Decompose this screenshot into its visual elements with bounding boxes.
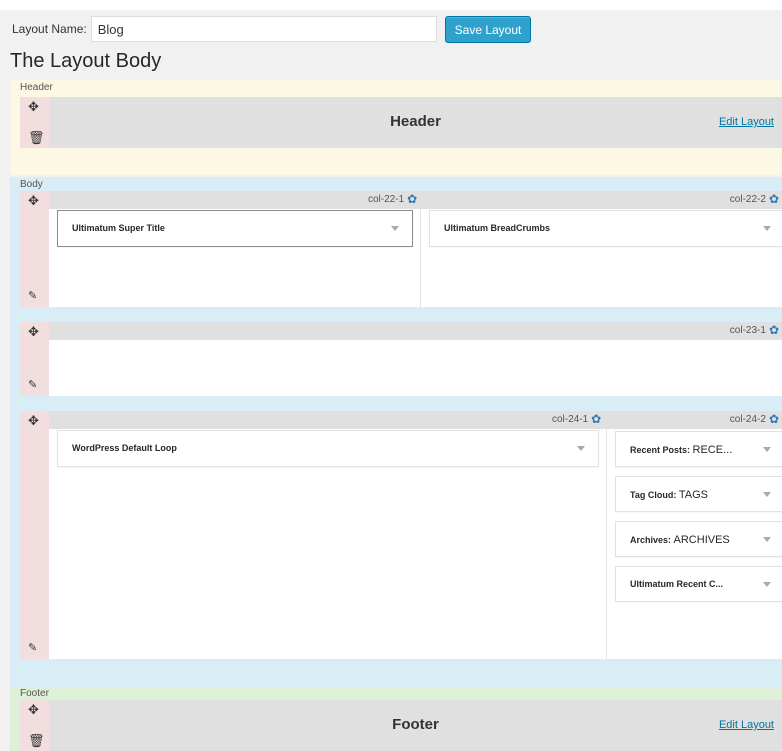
layout-editor: Layout Name: Save Layout The Layout Body… [0, 10, 782, 751]
footer-row: ✥ 🗑 Footer Edit Layout [20, 700, 782, 751]
layout-name-input[interactable] [90, 16, 437, 42]
widget-recent-posts[interactable]: Recent Posts: RECE... [615, 431, 782, 467]
widget-archives[interactable]: Archives: ARCHIVES [615, 521, 782, 557]
gear-icon[interactable]: ✿ [407, 193, 417, 205]
layout-name-row: Layout Name: [12, 16, 437, 42]
dropdown-arrow-icon[interactable] [577, 446, 585, 451]
body-row-1: ✥ ✎ col-22-1 ✿ col-22-2 ✿ Ultimatum Super … [20, 191, 782, 307]
widget-ultimatum-breadcrumbs[interactable]: Ultimatum BreadCrumbs [429, 210, 782, 247]
column-tag: col-22-1 ✿ [368, 192, 418, 206]
gear-icon[interactable]: ✿ [769, 324, 779, 336]
gear-icon[interactable]: ✿ [769, 413, 779, 425]
column-divider [420, 209, 421, 307]
column-tag: col-23-1 ✿ [729, 323, 779, 337]
widget-title: Recent Posts: RECE... [630, 444, 733, 456]
footer-row-title: Footer [392, 716, 439, 733]
column-tag: col-24-2 ✿ [729, 412, 779, 426]
page-title: The Layout Body [10, 50, 162, 72]
widget-title: Ultimatum BreadCrumbs [444, 223, 551, 233]
edit-icon[interactable]: ✎ [28, 642, 37, 655]
row-columns: Ultimatum Super Title Ultimatum BreadCru… [49, 209, 782, 307]
row-columns: WordPress Default Loop Recent Posts: REC… [49, 429, 782, 659]
widget-title: Tag Cloud: TAGS [630, 489, 708, 501]
widget-title: Ultimatum Recent C... [630, 579, 724, 589]
header-row: ✥ 🗑 Header Edit Layout [20, 97, 782, 148]
row-column-bar: col-24-1 ✿ col-24-2 ✿ [49, 411, 782, 429]
footer-row-bar: Footer Edit Layout [49, 700, 782, 751]
dropdown-arrow-icon[interactable] [391, 226, 399, 231]
edit-icon[interactable]: ✎ [28, 290, 37, 303]
edit-icon[interactable]: ✎ [28, 379, 37, 392]
header-section-label: Header [20, 82, 53, 93]
move-icon[interactable]: ✥ [28, 703, 39, 716]
dropdown-arrow-icon[interactable] [763, 492, 771, 497]
dropdown-arrow-icon[interactable] [763, 582, 771, 587]
widget-tag-cloud[interactable]: Tag Cloud: TAGS [615, 476, 782, 512]
trash-icon[interactable]: 🗑 [28, 734, 45, 747]
widget-wordpress-default-loop[interactable]: WordPress Default Loop [57, 430, 599, 467]
header-edit-layout-link[interactable]: Edit Layout [719, 116, 774, 128]
widget-ultimatum-recent-comments[interactable]: Ultimatum Recent C... [615, 566, 782, 602]
dropdown-arrow-icon[interactable] [763, 226, 771, 231]
row-column-bar: col-22-1 ✿ col-22-2 ✿ [49, 191, 782, 209]
row-column-bar: col-23-1 ✿ [49, 322, 782, 340]
widget-title: Ultimatum Super Title [72, 223, 165, 233]
dropdown-arrow-icon[interactable] [763, 447, 771, 452]
header-row-bar: Header Edit Layout [49, 97, 782, 148]
row-gutter: ✥ ✎ [20, 411, 49, 659]
footer-section: Footer ✥ 🗑 Footer Edit Layout [10, 687, 782, 751]
save-layout-button[interactable]: Save Layout [445, 16, 531, 43]
move-icon[interactable]: ✥ [28, 414, 39, 427]
header-row-title: Header [390, 113, 441, 130]
header-section: Header ✥ 🗑 Header Edit Layout [10, 80, 782, 175]
body-section: Body ✥ ✎ col-22-1 ✿ col-22-2 ✿ Ultimatum S… [10, 177, 782, 687]
row-columns [49, 340, 782, 396]
move-icon[interactable]: ✥ [28, 325, 39, 338]
body-section-label: Body [20, 179, 43, 190]
column-divider [606, 429, 607, 659]
widget-title: Archives: ARCHIVES [630, 534, 730, 546]
row-gutter: ✥ ✎ [20, 191, 49, 307]
layout-name-label: Layout Name: [12, 22, 87, 36]
column-tag: col-24-1 ✿ [552, 412, 602, 426]
trash-icon[interactable]: 🗑 [28, 131, 45, 144]
dropdown-arrow-icon[interactable] [763, 537, 771, 542]
row-gutter: ✥ 🗑 [20, 97, 49, 148]
footer-section-label: Footer [20, 688, 49, 699]
body-row-2: ✥ ✎ col-23-1 ✿ [20, 322, 782, 396]
gear-icon[interactable]: ✿ [591, 413, 601, 425]
body-row-3: ✥ ✎ col-24-1 ✿ col-24-2 ✿ WordPress Defaul… [20, 411, 782, 659]
widget-ultimatum-super-title[interactable]: Ultimatum Super Title [57, 210, 413, 247]
footer-edit-layout-link[interactable]: Edit Layout [719, 719, 774, 731]
row-gutter: ✥ 🗑 [20, 700, 49, 751]
row-gutter: ✥ ✎ [20, 322, 49, 396]
move-icon[interactable]: ✥ [28, 100, 39, 113]
move-icon[interactable]: ✥ [28, 194, 39, 207]
widget-title: WordPress Default Loop [72, 443, 177, 453]
gear-icon[interactable]: ✿ [769, 193, 779, 205]
column-tag: col-22-2 ✿ [729, 192, 779, 206]
